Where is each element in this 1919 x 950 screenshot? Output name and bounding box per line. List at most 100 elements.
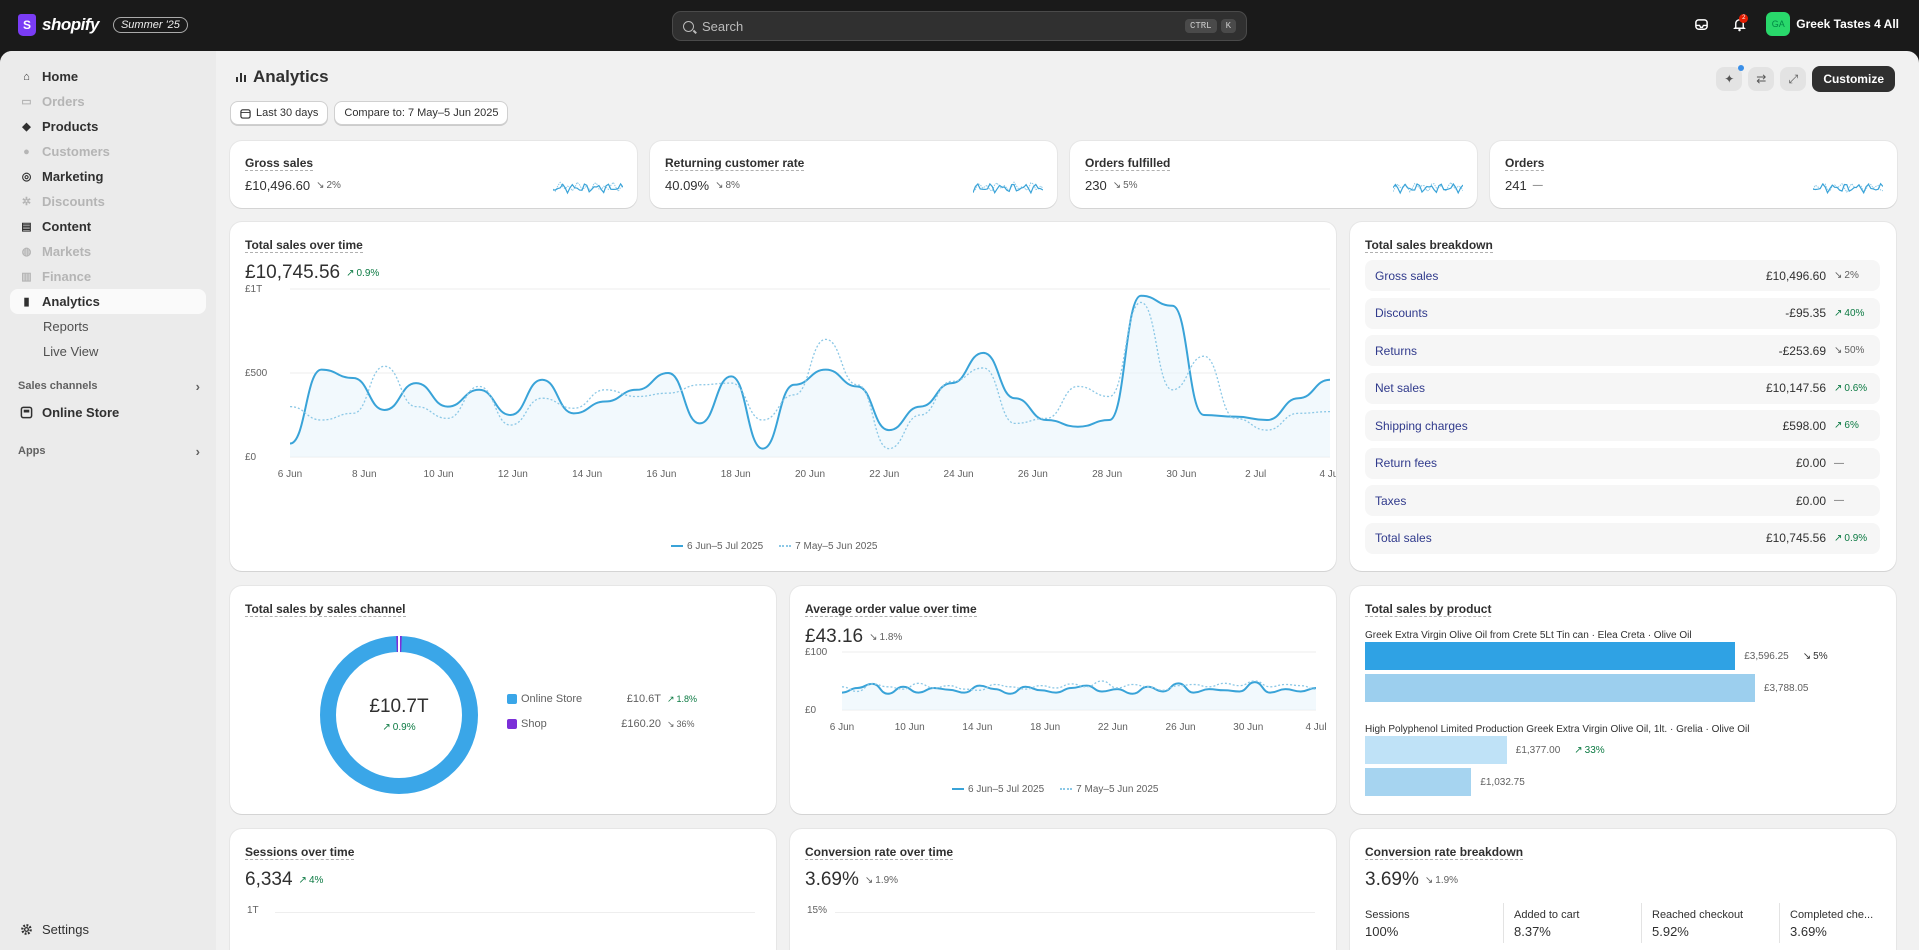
breakdown-row[interactable]: Discounts -£95.35 ↗ 40%	[1365, 297, 1880, 329]
breakdown-label[interactable]: Shipping charges	[1375, 419, 1783, 433]
sidebar-item-discounts[interactable]: ✲ Discounts	[10, 189, 206, 214]
sales-channels-header[interactable]: Sales channels ›	[8, 372, 206, 400]
sidebar-item-orders[interactable]: ▭ Orders	[10, 89, 206, 114]
product-bar-previous[interactable]	[1365, 768, 1472, 796]
kpi-card[interactable]: Returning customer rate 40.09% ↘ 8%	[650, 141, 1057, 208]
sidebar-item-markets[interactable]: ◍ Markets	[10, 239, 206, 264]
date-range-button[interactable]: Last 30 days	[230, 101, 329, 125]
legend-current[interactable]: 6 Jun–5 Jul 2025	[671, 541, 763, 552]
sidebar-item-content[interactable]: ▤ Content	[10, 214, 206, 239]
kpi-title[interactable]: Gross sales	[245, 156, 314, 171]
funnel-label: Sessions	[1365, 909, 1410, 921]
kpi-title[interactable]: Returning customer rate	[665, 156, 805, 171]
product-bar-current[interactable]	[1365, 642, 1736, 670]
breakdown-label[interactable]: Taxes	[1375, 494, 1796, 508]
fullscreen-button[interactable]: ⤢	[1780, 67, 1807, 91]
breakdown-row[interactable]: Net sales £10,147.56 ↗ 0.6%	[1365, 372, 1880, 404]
inbox-button[interactable]	[1690, 13, 1712, 35]
main-content: Analytics ✦ ⇄ ⤢ Customize Last 30 days C…	[216, 51, 1919, 950]
breakdown-label[interactable]: Gross sales	[1375, 269, 1766, 283]
breakdown-row[interactable]: Total sales £10,745.56 ↗ 0.9%	[1365, 522, 1880, 554]
product-current-value: £3,596.25 ↘ 5%	[1744, 651, 1827, 662]
date-range-label: Last 30 days	[256, 107, 319, 119]
value-text: £1,377.00	[1515, 745, 1561, 756]
funnel-step[interactable]: Added to cart 8.37%	[1503, 903, 1579, 943]
apps-header[interactable]: Apps ›	[8, 437, 206, 465]
kpi-card[interactable]: Orders 241 —	[1490, 141, 1897, 208]
kpi-title[interactable]: Orders fulfilled	[1085, 156, 1171, 171]
legend-previous[interactable]: 7 May–5 Jun 2025	[779, 541, 877, 552]
search-placeholder: Search	[702, 18, 744, 34]
conv-breakdown-change: ↘ 1.9%	[1424, 874, 1459, 886]
funnel-step[interactable]: Sessions 100%	[1365, 909, 1410, 939]
sidebar-item-reports[interactable]: Reports	[10, 314, 206, 339]
breakdown-row[interactable]: Returns -£253.69 ↘ 50%	[1365, 335, 1880, 366]
home-icon: ⌂	[23, 70, 30, 83]
search-input[interactable]: Search CTRL K	[672, 11, 1247, 41]
product-bar-current[interactable]	[1365, 736, 1507, 764]
card-title[interactable]: Conversion rate over time	[805, 845, 954, 860]
total-sales-line-chart[interactable]: £1T £500 £0 6 Jun 8 Jun 10 Jun 12 Jun 14 Jun 16 …	[230, 222, 1336, 571]
channel-legend-item[interactable]: Online Store £10.6T ↗ 1.8%	[507, 693, 697, 705]
trend-arrow-icon: ↗	[1834, 382, 1843, 394]
new-badge-dot	[1738, 65, 1745, 71]
aov-line-chart[interactable]: £100 £0 6 Jun 10 Jun 14 Jun 18 Jun 22 Jun 26 Ju…	[790, 586, 1336, 814]
breakdown-label[interactable]: Net sales	[1375, 381, 1766, 395]
breakdown-value: £0.00	[1795, 456, 1826, 470]
breakdown-label[interactable]: Discounts	[1375, 306, 1785, 320]
sidebar-item-finance[interactable]: ▥ Finance	[10, 264, 206, 289]
card-title[interactable]: Conversion rate breakdown	[1365, 845, 1524, 860]
legend-current[interactable]: 6 Jun–5 Jul 2025	[952, 784, 1044, 795]
card-title[interactable]: Sessions over time	[245, 845, 355, 860]
refresh-button[interactable]: ⇄	[1748, 67, 1775, 91]
sidebar-item-home[interactable]: ⌂ Home	[10, 64, 206, 89]
sidebar-item-products[interactable]: ◆ Products	[10, 114, 206, 139]
kpi-card[interactable]: Gross sales £10,496.60 ↘ 2%	[230, 141, 637, 208]
product-name[interactable]: Greek Extra Virgin Olive Oil from Crete …	[1365, 630, 1692, 641]
sidebar-item-online-store[interactable]: Online Store	[10, 400, 206, 425]
sidekick-button[interactable]: ✦	[1716, 65, 1745, 91]
kpi-card[interactable]: Orders fulfilled 230 ↘ 5%	[1070, 141, 1477, 208]
funnel-step[interactable]: Completed che... 3.69%	[1779, 903, 1873, 943]
card-title[interactable]: Total sales breakdown	[1365, 238, 1493, 253]
breakdown-label[interactable]: Returns	[1375, 344, 1779, 358]
change-text: 2%	[1844, 270, 1859, 281]
sidebar-item-marketing[interactable]: ◎ Marketing	[10, 164, 206, 189]
customize-button[interactable]: Customize	[1812, 66, 1895, 92]
chart-legend: 6 Jun–5 Jul 2025 7 May–5 Jun 2025	[952, 784, 1158, 795]
product-current-value: £1,377.00 ↗ 33%	[1516, 745, 1605, 756]
legend-previous[interactable]: 7 May–5 Jun 2025	[1060, 784, 1158, 795]
edition-badge[interactable]: Summer '25	[112, 17, 188, 33]
breakdown-row[interactable]: Gross sales £10,496.60 ↘ 2%	[1365, 260, 1880, 291]
legend-swatch	[507, 694, 517, 704]
sidebar-item-customers[interactable]: ● Customers	[10, 139, 206, 164]
shopify-logo[interactable]: S shopify Summer '25	[18, 14, 188, 36]
breakdown-row[interactable]: Return fees £0.00 —	[1365, 447, 1880, 479]
value-text: £3,788.05	[1764, 683, 1809, 694]
breakdown-row[interactable]: Shipping charges £598.00 ↗ 6%	[1365, 410, 1880, 441]
avatar[interactable]: GA	[1766, 12, 1791, 36]
sidebar-item-live-view[interactable]: Live View	[10, 339, 206, 364]
trend-arrow-icon: ↘	[1834, 270, 1843, 281]
breakdown-label[interactable]: Return fees	[1375, 456, 1796, 470]
kpi-title[interactable]: Orders	[1505, 156, 1545, 171]
kpi-change: ↘ 8%	[715, 180, 740, 191]
channel-legend-item[interactable]: Shop £160.20 ↘ 36%	[507, 718, 697, 730]
sidebar-item-settings[interactable]: Settings	[10, 917, 206, 942]
funnel-step[interactable]: Reached checkout 5.92%	[1641, 903, 1743, 943]
product-name[interactable]: High Polyphenol Limited Production Greek…	[1365, 724, 1749, 735]
card-title[interactable]: Total sales by sales channel	[245, 602, 406, 617]
breakdown-row[interactable]: Taxes £0.00 —	[1365, 485, 1880, 516]
product-bar-previous[interactable]	[1365, 674, 1755, 702]
breakdown-change: ↘ 50%	[1834, 345, 1870, 356]
store-name[interactable]: Greek Tastes 4 All	[1796, 17, 1899, 31]
sidebar-item-analytics[interactable]: ▮ Analytics	[10, 289, 206, 314]
kpi-sparkline	[1393, 181, 1463, 195]
notifications-button[interactable]: 2	[1728, 13, 1750, 35]
card-title[interactable]: Total sales by product	[1365, 602, 1492, 617]
sidebar-item-label: Products	[42, 119, 99, 134]
compare-button[interactable]: Compare to: 7 May–5 Jun 2025	[334, 101, 509, 125]
breakdown-label[interactable]: Total sales	[1375, 531, 1766, 545]
donut-center-value: £10.7T	[369, 696, 429, 717]
bank-icon: ▥	[21, 271, 32, 283]
